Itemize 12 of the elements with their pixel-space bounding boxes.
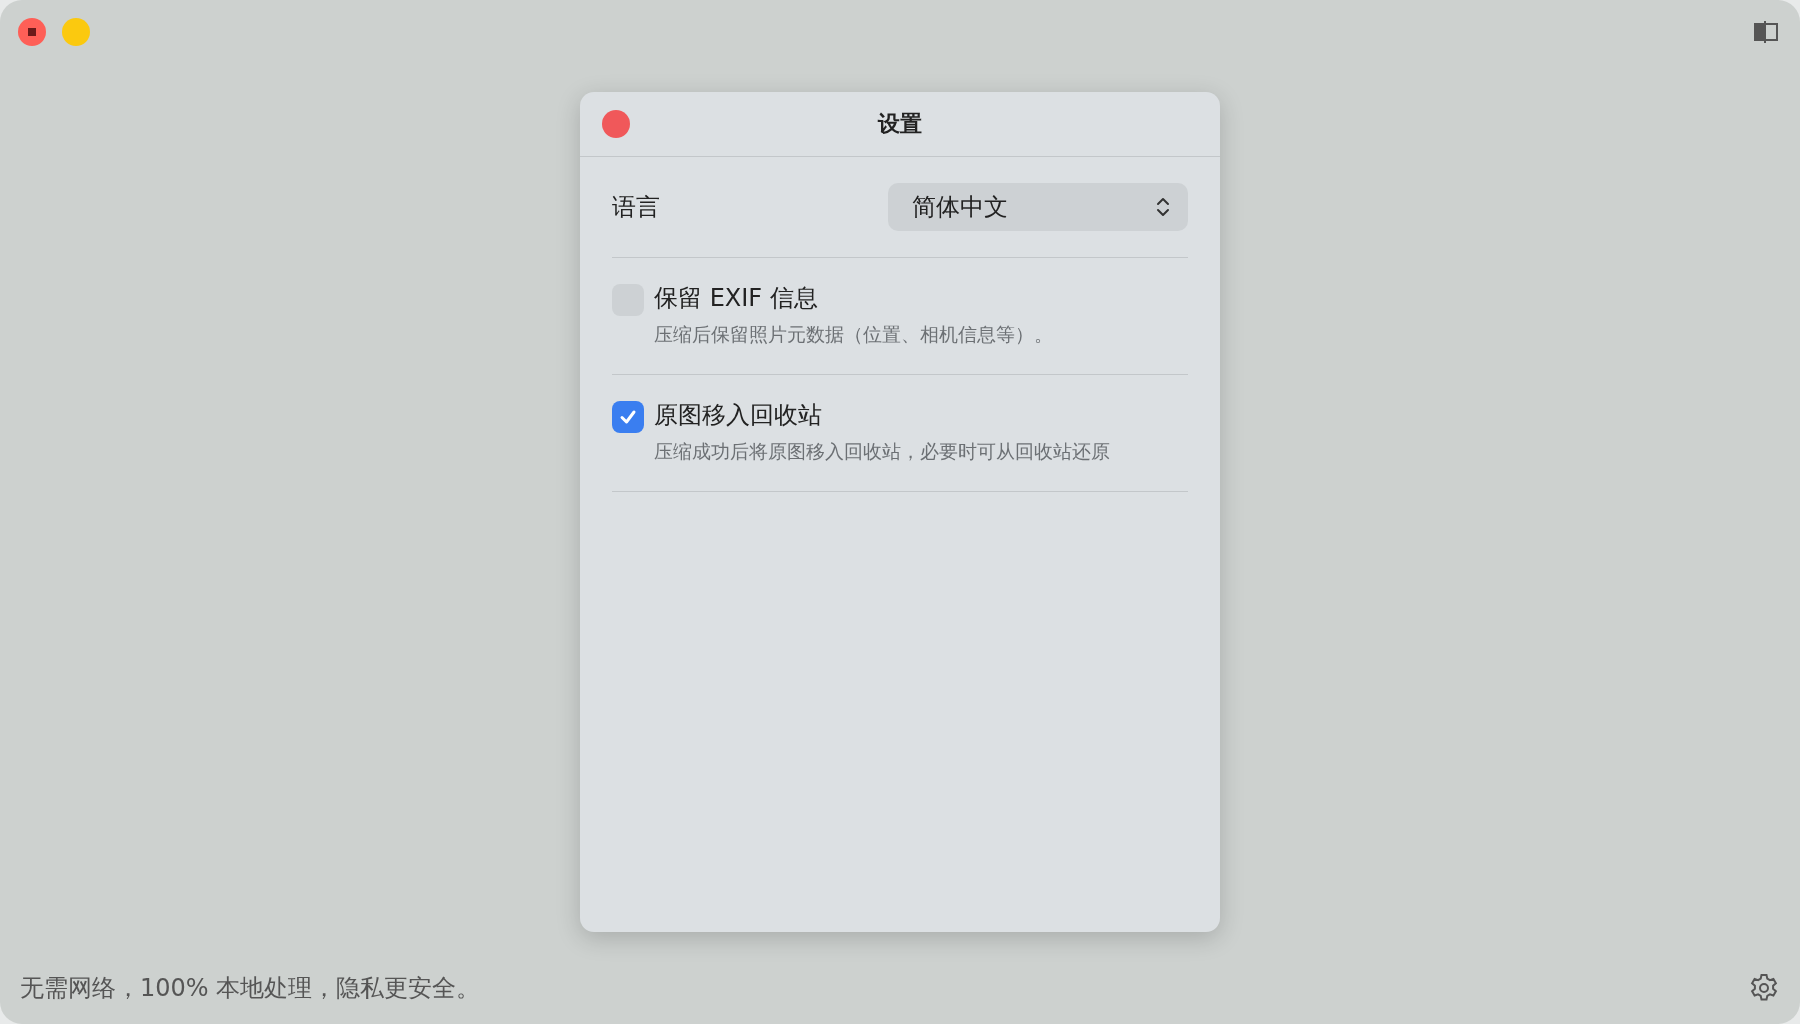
chevron-icon bbox=[1156, 196, 1170, 218]
language-label: 语言 bbox=[612, 192, 660, 223]
language-select[interactable]: 简体中文 bbox=[888, 183, 1188, 231]
option-label: 原图移入回收站 bbox=[654, 400, 822, 431]
sidebar-toggle-icon[interactable] bbox=[1752, 18, 1780, 46]
dialog-title: 设置 bbox=[878, 110, 922, 138]
close-button[interactable] bbox=[18, 18, 46, 46]
status-text: 无需网络，100% 本地处理，隐私更安全。 bbox=[20, 973, 481, 1004]
option-label: 保留 EXIF 信息 bbox=[654, 283, 818, 314]
option-description: 压缩成功后将原图移入回收站，必要时可从回收站还原 bbox=[654, 439, 1110, 464]
option-description: 压缩后保留照片元数据（位置、相机信息等）。 bbox=[654, 322, 1053, 347]
checkbox[interactable] bbox=[612, 401, 644, 433]
